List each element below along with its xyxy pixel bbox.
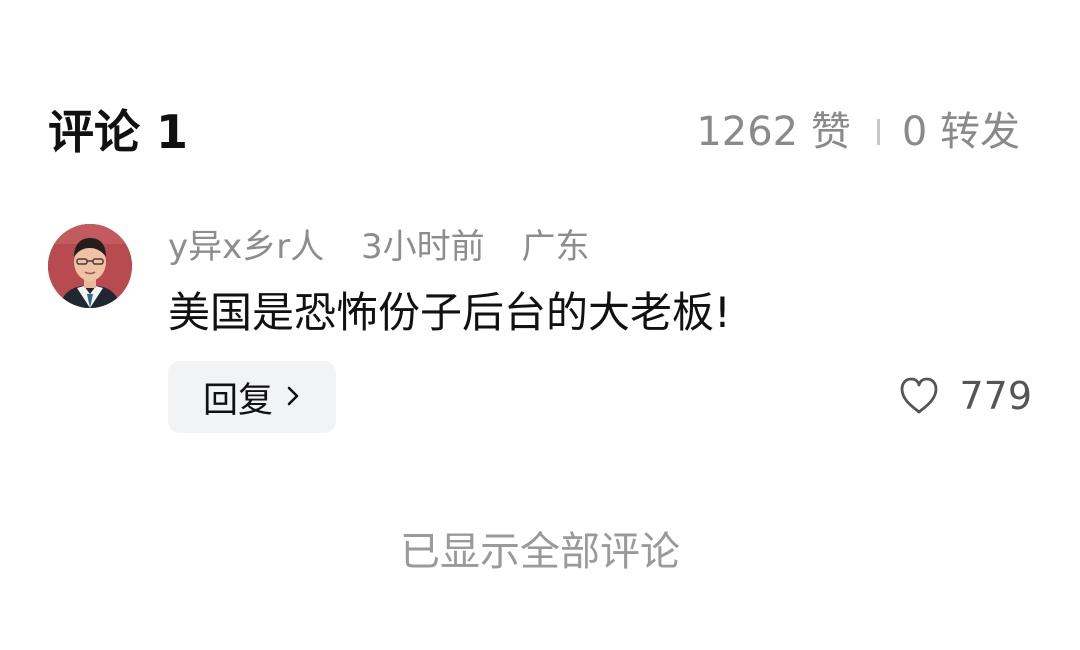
comment-meta: y异x乡r人 3小时前 广东: [168, 222, 616, 272]
comments-title: 评论 1: [48, 105, 189, 159]
all-comments-shown-text: 已显示全部评论: [400, 529, 680, 575]
chevron-right-icon: [285, 377, 301, 417]
reply-button[interactable]: 回复: [168, 361, 336, 433]
comments-header: 评论 1 1262 赞 0 转发: [48, 100, 1020, 164]
reply-label: 回复: [202, 380, 273, 421]
avatar-image: [48, 224, 132, 308]
likes-count[interactable]: 1262 赞: [696, 100, 851, 164]
like-count: 779: [959, 374, 1032, 418]
comment-time: 3小时前: [361, 227, 485, 267]
comment-location: 广东: [521, 227, 590, 267]
heart-icon: [901, 377, 938, 414]
user-avatar[interactable]: [48, 224, 132, 308]
comment-text: 美国是恐怖份子后台的大老板!: [168, 288, 731, 337]
like-button[interactable]: 779: [895, 370, 1032, 422]
comment-item: y异x乡r人 3小时前 广东 美国是恐怖份子后台的大老板! 回复 779: [48, 222, 1032, 437]
stats-divider: [876, 119, 880, 145]
shares-count[interactable]: 0 转发: [902, 100, 1020, 164]
username[interactable]: y异x乡r人: [168, 227, 324, 267]
post-stats: 1262 赞 0 转发: [696, 100, 1020, 164]
